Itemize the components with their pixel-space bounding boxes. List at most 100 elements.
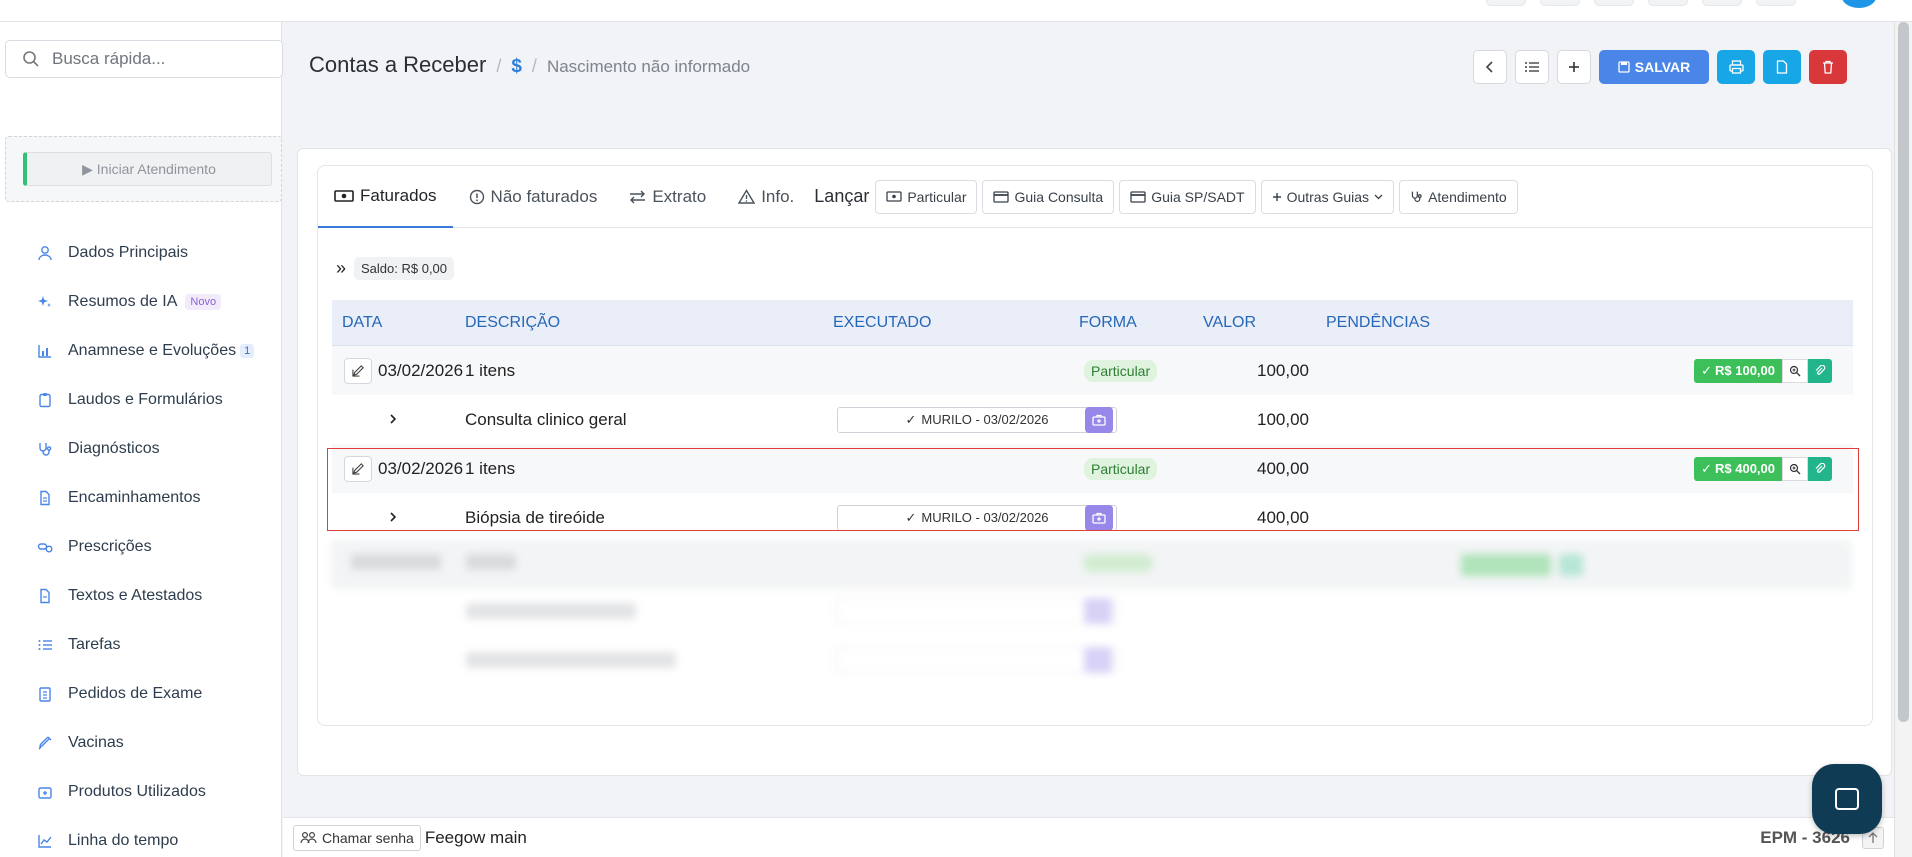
search-input[interactable] (52, 49, 272, 69)
chevron-left-icon (1485, 61, 1493, 73)
header-actions: SALVAR (1473, 50, 1847, 84)
paperclip-icon (1815, 364, 1826, 375)
timeline-icon (36, 832, 54, 850)
list-icon (1525, 62, 1539, 72)
zoom-icon (1789, 365, 1801, 376)
sidebar-item-anamnese[interactable]: Anamnese e Evoluções 1 (0, 326, 282, 375)
zoom-button[interactable] (1782, 358, 1808, 383)
sidebar-item-laudos[interactable]: Laudos e Formulários (0, 375, 282, 424)
back-button[interactable] (1473, 50, 1507, 84)
executed-by-field[interactable]: ✓ MURILO - 03/02/2026 (837, 406, 1117, 433)
sidebar-item-pedidos-exame[interactable]: Pedidos de Exame (0, 669, 282, 718)
blurred-text (466, 603, 636, 619)
sidebar-item-tarefas[interactable]: Tarefas (0, 620, 282, 669)
card-icon (1130, 190, 1146, 203)
chevron-right-icon[interactable] (389, 410, 397, 430)
sidebar-item-label: Diagnósticos (68, 439, 160, 457)
delete-button[interactable] (1809, 50, 1847, 84)
top-toolbar-button[interactable] (1594, 0, 1634, 6)
tab-nao-faturados[interactable]: Não faturados (453, 166, 614, 228)
paid-badge[interactable]: ✓ R$ 100,00 (1694, 358, 1782, 383)
medical-case-button[interactable] (1085, 504, 1113, 531)
sidebar-item-produtos[interactable]: Produtos Utilizados (0, 767, 282, 816)
save-button[interactable]: SALVAR (1599, 50, 1709, 84)
edit-icon (351, 463, 364, 475)
table-row[interactable]: 03/02/2026 1 itens Particular 100,00 ✓ R… (332, 346, 1853, 395)
save-label: SALVAR (1634, 59, 1691, 75)
button-label: Guia Consulta (1014, 188, 1104, 205)
paperclip-icon (1815, 462, 1826, 473)
tab-extrato[interactable]: Extrato (613, 166, 722, 228)
new-badge: Novo (185, 293, 222, 310)
medical-case-button[interactable] (1085, 406, 1113, 433)
attach-button[interactable] (1808, 456, 1832, 481)
atendimento-button[interactable]: Atendimento (1399, 179, 1518, 214)
card-icon (993, 190, 1010, 203)
money-icon (886, 191, 902, 202)
arrow-up-icon (1868, 831, 1878, 843)
pending-actions: ✓ R$ 100,00 (1694, 358, 1832, 383)
tab-faturados[interactable]: Faturados (318, 166, 453, 228)
column-header-data[interactable]: DATA (342, 314, 382, 332)
edit-button[interactable] (344, 455, 372, 482)
page-scrollbar[interactable] (1894, 22, 1912, 857)
column-header-descricao[interactable]: DESCRIÇÃO (465, 314, 560, 332)
executed-by-field[interactable]: ✓ MURILO - 03/02/2026 (837, 504, 1117, 531)
double-chevron-right-icon[interactable]: » (336, 258, 346, 279)
zoom-button[interactable] (1782, 456, 1808, 481)
table-row[interactable]: Biópsia de tireóide ✓ MURILO - 03/02/202… (332, 493, 1853, 542)
sidebar-item-dados-principais[interactable]: Dados Principais (0, 228, 282, 277)
chart-icon (36, 342, 54, 360)
column-header-forma[interactable]: FORMA (1079, 314, 1137, 332)
user-avatar[interactable] (1842, 0, 1876, 8)
chevron-right-icon[interactable] (389, 508, 397, 528)
list-button[interactable] (1515, 50, 1549, 84)
top-toolbar-button[interactable] (1648, 0, 1688, 6)
top-toolbar-button[interactable] (1486, 0, 1526, 6)
file-text-icon (36, 587, 54, 605)
column-header-pendencias[interactable]: PENDÊNCIAS (1326, 314, 1430, 332)
edit-icon (351, 365, 364, 377)
sidebar-item-resumos-ia[interactable]: Resumos de IA Novo (0, 277, 282, 326)
sidebar-item-prescricoes[interactable]: Prescrições (0, 522, 282, 571)
page-title: Contas a Receber (309, 52, 487, 77)
floating-action-button[interactable] (1812, 764, 1882, 834)
print-button[interactable] (1717, 50, 1755, 84)
money-icon (334, 189, 354, 202)
start-attendance-button[interactable]: ▶ Iniciar Atendimento (23, 152, 272, 186)
outras-guias-dropdown[interactable]: Outras Guias (1260, 179, 1395, 214)
column-header-valor[interactable]: VALOR (1203, 314, 1256, 332)
particular-button[interactable]: Particular (875, 179, 978, 214)
sidebar-item-textos[interactable]: Textos e Atestados (0, 571, 282, 620)
list-check-icon (36, 636, 54, 654)
medical-case-icon (1092, 414, 1106, 426)
dollar-icon[interactable]: $ (511, 56, 522, 78)
call-password-button[interactable]: Chamar senha (293, 824, 421, 851)
sidebar-menu: Dados Principais Resumos de IA Novo Anam… (0, 228, 282, 857)
add-button[interactable] (1557, 50, 1591, 84)
sidebar-item-linha-tempo[interactable]: Linha do tempo (0, 816, 282, 857)
guia-sp-sadt-button[interactable]: Guia SP/SADT (1119, 179, 1256, 214)
paid-amount: R$ 100,00 (1715, 363, 1775, 378)
chevron-down-icon (1374, 194, 1383, 199)
document-button[interactable] (1763, 50, 1801, 84)
sidebar-item-diagnosticos[interactable]: Diagnósticos (0, 424, 282, 473)
guia-consulta-button[interactable]: Guia Consulta (982, 179, 1115, 214)
table-row[interactable]: 03/02/2026 1 itens Particular 400,00 ✓ R… (332, 444, 1853, 493)
sidebar-item-vacinas[interactable]: Vacinas (0, 718, 282, 767)
attach-button[interactable] (1808, 358, 1832, 383)
top-toolbar-button[interactable] (1756, 0, 1796, 6)
blurred-field (836, 598, 1116, 624)
sidebar-item-encaminhamentos[interactable]: Encaminhamentos (0, 473, 282, 522)
column-header-executado[interactable]: EXECUTADO (833, 314, 931, 332)
tab-info[interactable]: Info. (722, 166, 810, 228)
sidebar-item-label: Linha do tempo (68, 831, 179, 849)
scrollbar-thumb[interactable] (1898, 22, 1909, 722)
syringe-icon (36, 734, 54, 752)
edit-button[interactable] (344, 357, 372, 384)
top-toolbar-button[interactable] (1702, 0, 1742, 6)
table-row[interactable]: Consulta clinico geral ✓ MURILO - 03/02/… (332, 395, 1853, 444)
top-toolbar-button[interactable] (1540, 0, 1580, 6)
paid-badge[interactable]: ✓ R$ 400,00 (1694, 456, 1782, 481)
exchange-icon (630, 190, 646, 203)
